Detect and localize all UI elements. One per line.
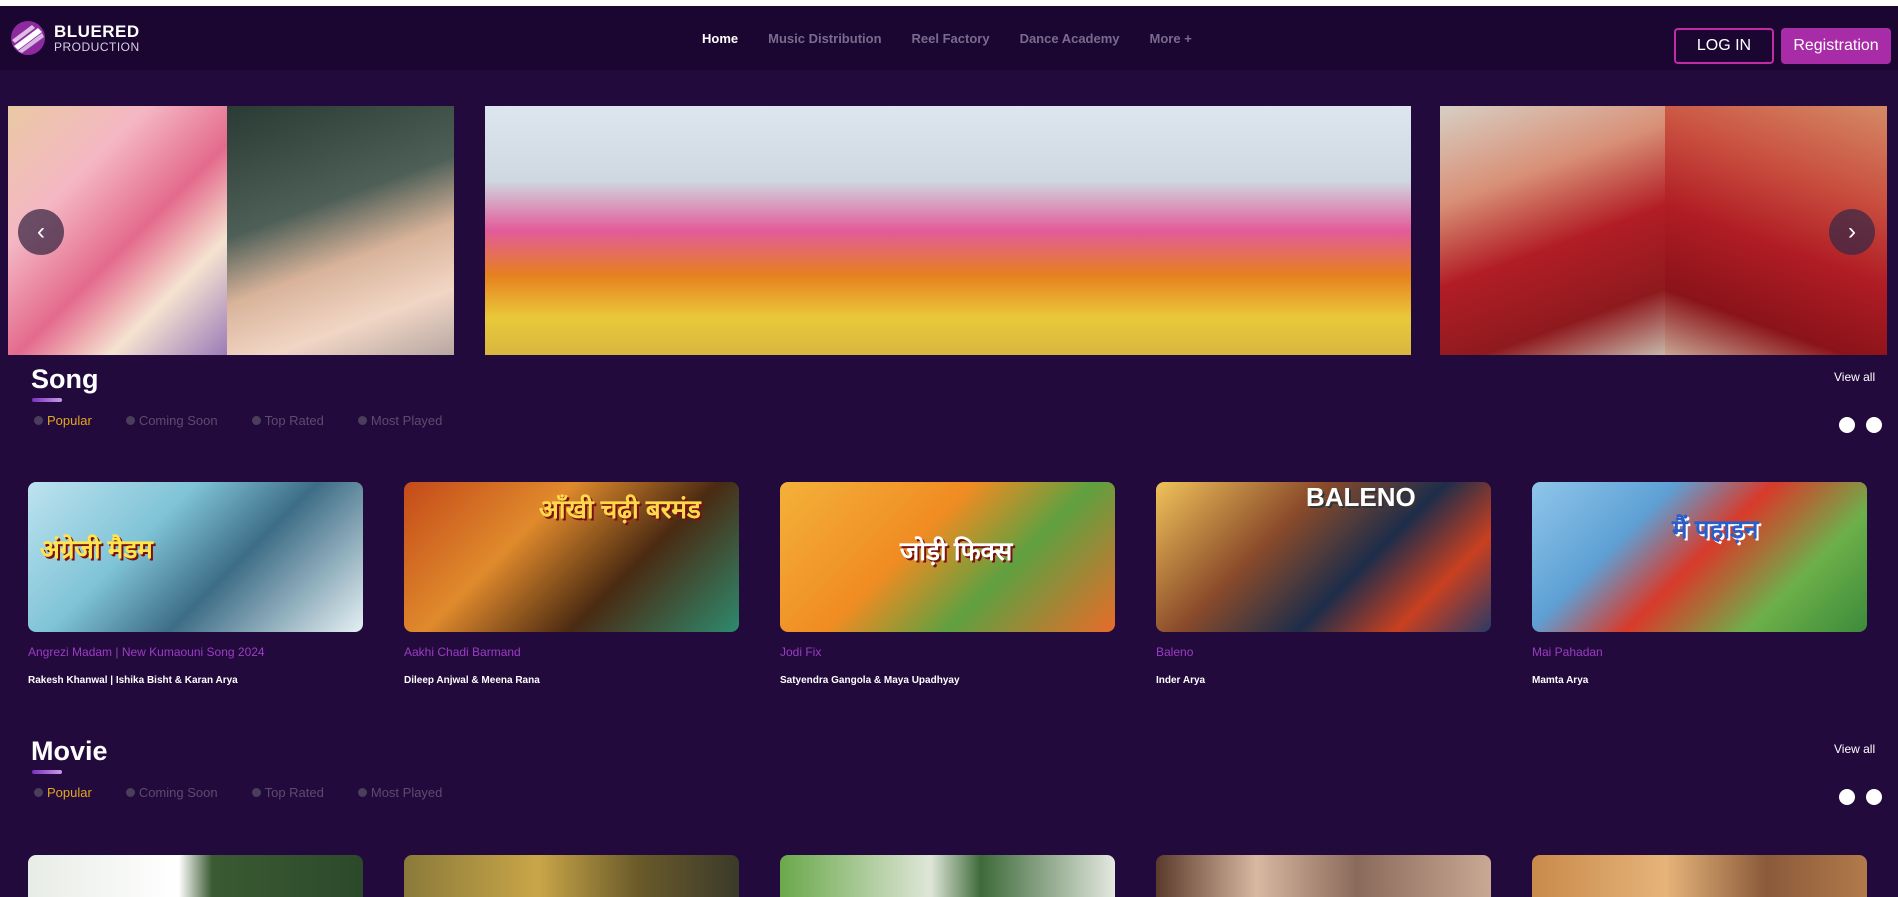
dot-icon (251, 788, 261, 797)
song-artists: Satyendra Gangola & Maya Upadhyay (780, 675, 960, 686)
movie-card[interactable] (404, 855, 739, 897)
movie-filter-most-played[interactable]: Most Played (357, 785, 442, 800)
song-title: Aakhi Chadi Barmand (404, 645, 521, 659)
movie-card[interactable] (28, 855, 363, 897)
song-thumbnail: मैं पहाड़न (1532, 482, 1867, 632)
registration-button[interactable]: Registration (1781, 28, 1891, 64)
movie-title-underline (32, 770, 62, 774)
movie-filter-top-rated[interactable]: Top Rated (251, 785, 324, 800)
thumbnail-title: मैं पहाड़न (1672, 514, 1759, 544)
thumbnail-title: अंग्रेजी मैडम (40, 534, 153, 564)
movie-filter-popular[interactable]: Popular (34, 785, 92, 800)
site-header: BLUERED PRODUCTION Home Music Distributi… (0, 6, 1898, 70)
song-filter-tabs: Popular Coming Soon Top Rated Most Playe… (34, 413, 476, 428)
brand-subtitle: PRODUCTION (54, 40, 140, 54)
song-title-underline (32, 398, 62, 402)
movie-card[interactable] (780, 855, 1115, 897)
chevron-right-icon: › (1848, 218, 1856, 245)
song-artists: Dileep Anjwal & Meena Rana (404, 675, 540, 686)
song-thumbnail: BALENO (1156, 482, 1491, 632)
dot-icon (34, 788, 43, 797)
movie-pager (1839, 789, 1893, 805)
song-artists: Inder Arya (1156, 675, 1206, 686)
dot-icon (251, 416, 261, 425)
movie-section-title: Movie (31, 736, 108, 766)
dot-icon (357, 416, 367, 425)
movie-filter-tabs: Popular Coming Soon Top Rated Most Playe… (34, 785, 476, 800)
song-filter-coming-soon[interactable]: Coming Soon (125, 413, 218, 428)
movie-card[interactable] (1156, 855, 1491, 897)
nav-home[interactable]: Home (702, 31, 738, 46)
nav-reel-factory[interactable]: Reel Factory (912, 31, 990, 46)
dot-icon (357, 788, 367, 797)
chevron-left-icon: ‹ (37, 218, 45, 245)
carousel-slide-bridal[interactable] (8, 106, 454, 355)
login-button[interactable]: LOG IN (1674, 28, 1774, 64)
logo-icon (8, 20, 50, 56)
movie-view-all-link[interactable]: View all (1834, 742, 1875, 756)
song-filter-top-rated[interactable]: Top Rated (251, 413, 324, 428)
movie-card[interactable] (1532, 855, 1867, 897)
carousel-prev-button[interactable]: ‹ (18, 209, 64, 255)
carousel-slide-group[interactable] (485, 106, 1411, 355)
song-title: Angrezi Madam | New Kumaouni Song 2024 (28, 645, 265, 659)
pager-dot[interactable] (1866, 789, 1882, 805)
pager-dot[interactable] (1839, 789, 1855, 805)
song-artists: Mamta Arya (1532, 675, 1589, 686)
main-nav: Home Music Distribution Reel Factory Dan… (702, 6, 1222, 70)
song-section-title: Song (31, 364, 99, 394)
carousel-slide-lehenga[interactable] (1440, 106, 1887, 355)
thumbnail-title: जोड़ी फिक्स (900, 536, 1013, 566)
song-title: Jodi Fix (780, 645, 822, 659)
carousel-next-button[interactable]: › (1829, 209, 1875, 255)
brand-logo[interactable]: BLUERED PRODUCTION (8, 20, 140, 56)
nav-music-distribution[interactable]: Music Distribution (768, 31, 881, 46)
thumbnail-title: आँखी चढ़ी बरमंड (539, 494, 701, 524)
song-filter-most-played[interactable]: Most Played (357, 413, 442, 428)
nav-more[interactable]: More + (1150, 31, 1192, 46)
thumbnail-title: BALENO (1306, 482, 1416, 512)
dot-icon (125, 416, 135, 425)
pager-dot[interactable] (1866, 417, 1882, 433)
song-artists: Rakesh Khanwal | Ishika Bisht & Karan Ar… (28, 675, 238, 686)
song-thumbnail: अंग्रेजी मैडम (28, 482, 363, 632)
song-view-all-link[interactable]: View all (1834, 370, 1875, 384)
dot-icon (125, 788, 135, 797)
movie-filter-coming-soon[interactable]: Coming Soon (125, 785, 218, 800)
song-filter-popular[interactable]: Popular (34, 413, 92, 428)
song-thumbnail: आँखी चढ़ी बरमंड (404, 482, 739, 632)
song-pager (1839, 417, 1893, 433)
song-title: Mai Pahadan (1532, 645, 1603, 659)
song-thumbnail: जोड़ी फिक्स (780, 482, 1115, 632)
dot-icon (34, 416, 43, 425)
pager-dot[interactable] (1839, 417, 1855, 433)
song-title: Baleno (1156, 645, 1194, 659)
nav-dance-academy[interactable]: Dance Academy (1020, 31, 1120, 46)
brand-name: BLUERED (54, 22, 140, 41)
